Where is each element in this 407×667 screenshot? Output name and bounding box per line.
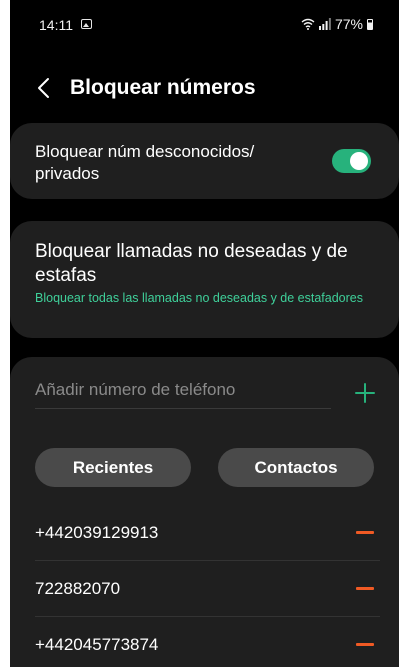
remove-icon[interactable]: [356, 587, 374, 590]
unknown-numbers-label: Bloquear núm desconocidos/ privados: [35, 142, 255, 183]
blocked-number: +442045773874: [35, 635, 159, 654]
status-time: 14:11: [39, 17, 73, 33]
add-icon[interactable]: [354, 382, 376, 404]
battery-icon: [367, 18, 373, 30]
signal-icon: [318, 18, 331, 30]
remove-icon[interactable]: [356, 643, 374, 646]
scam-calls-title: Bloquear llamadas no deseadas y de estaf…: [35, 241, 348, 286]
unknown-numbers-toggle[interactable]: [332, 149, 371, 173]
phone-number-input[interactable]: Añadir número de teléfono: [35, 376, 331, 409]
phone-screen: 14:11 77% Bloquear números Bloquear núm …: [10, 0, 399, 667]
wifi-icon: [301, 18, 315, 30]
status-bar: 14:11 77%: [10, 0, 399, 48]
contacts-button[interactable]: Contactos: [218, 448, 374, 487]
back-arrow-icon[interactable]: [32, 75, 58, 101]
blocked-number-row: +442039129913: [35, 505, 380, 560]
blocked-number-row: +442045773874: [35, 617, 380, 667]
remove-icon[interactable]: [356, 531, 374, 534]
battery-percent: 77%: [334, 16, 363, 32]
toggle-knob: [350, 152, 368, 170]
gallery-notification-icon: [81, 19, 92, 29]
status-right-group: 77%: [301, 16, 373, 32]
blocked-number: +442039129913: [35, 523, 159, 542]
blocked-number: 722882070: [35, 579, 121, 598]
scam-calls-subtitle: Bloquear todas las llamadas no deseadas …: [35, 291, 363, 305]
page-title: Bloquear números: [70, 76, 256, 99]
blocked-number-row: 722882070: [35, 561, 380, 616]
recent-button[interactable]: Recientes: [35, 448, 191, 487]
